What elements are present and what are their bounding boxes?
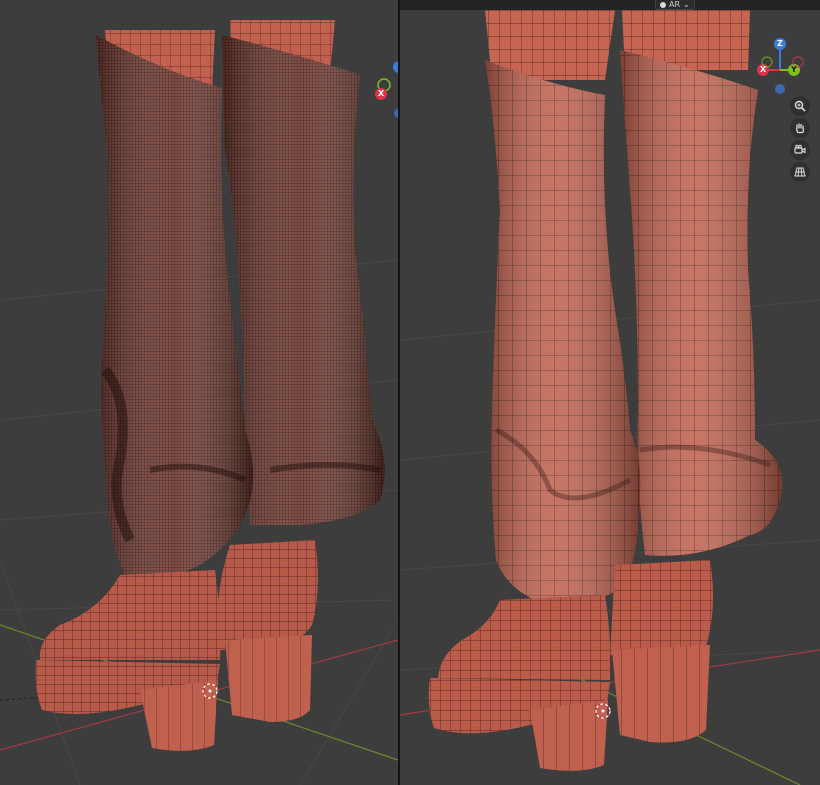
gizmo-z-label: Z <box>777 39 783 48</box>
zoom-icon[interactable] <box>790 96 810 116</box>
chevron-down-icon: ⌄ <box>683 0 690 9</box>
hand-pan-icon[interactable] <box>790 118 810 138</box>
right-scene <box>400 10 820 785</box>
gizmo-x-label: X <box>760 65 767 74</box>
gizmo-y-label: Y <box>791 65 797 74</box>
camera-icon[interactable] <box>790 140 810 160</box>
left-scene <box>0 20 398 785</box>
view-mode-icon <box>660 1 666 8</box>
viewport-right[interactable]: Z Y X <box>400 10 820 785</box>
right-header-bar <box>400 0 820 10</box>
viewport-left[interactable]: X <box>0 0 398 785</box>
view-dropdown-label: AR <box>669 0 681 9</box>
view-dropdown[interactable]: AR ⌄ <box>655 0 695 10</box>
grid-perspective-icon[interactable] <box>790 162 810 182</box>
gizmo-x-label-left: X <box>378 89 385 98</box>
